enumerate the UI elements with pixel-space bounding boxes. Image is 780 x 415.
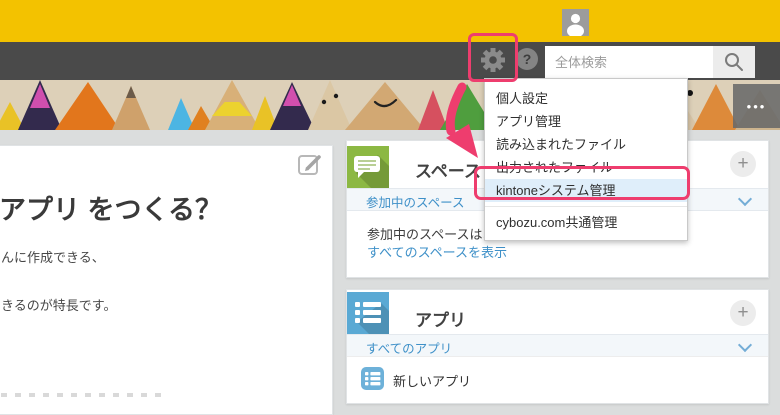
add-space-button[interactable]: + (730, 151, 756, 177)
cover-options-button[interactable]: ••• (733, 84, 780, 128)
cropped-bottom-text (1, 393, 161, 397)
menu-item-app-management[interactable]: アプリ管理 (485, 110, 687, 133)
plus-icon: + (737, 153, 748, 174)
all-apps-link[interactable]: すべてのアプリ (366, 338, 452, 357)
annotation-menu-highlight (474, 166, 690, 200)
chevron-down-icon[interactable] (738, 338, 752, 352)
space-icon (347, 146, 389, 188)
help-button[interactable]: ? (516, 48, 538, 70)
app-icon (347, 292, 389, 334)
search-button[interactable] (713, 46, 755, 78)
menu-separator (485, 206, 687, 207)
joined-spaces-link[interactable]: 参加中のスペース (366, 192, 465, 211)
edit-announcement-button[interactable] (296, 151, 322, 177)
global-search (545, 46, 713, 78)
menu-item-personal-settings[interactable]: 個人設定 (485, 87, 687, 110)
app-section-card: アプリ + すべてのアプリ 新しいアプリ (346, 289, 769, 404)
menu-item-cybozu-common-admin[interactable]: cybozu.com共通管理 (485, 211, 687, 234)
list-item-new-app[interactable]: 新しいアプリ (347, 356, 768, 401)
question-mark-icon: ? (523, 51, 532, 67)
annotation-gear-highlight (468, 33, 518, 82)
space-section-title: スペース (415, 157, 481, 182)
new-app-label: 新しいアプリ (393, 371, 471, 390)
menu-item-imported-files[interactable]: 読み込まれたファイル (485, 133, 687, 156)
settings-dropdown-menu: 個人設定 アプリ管理 読み込まれたファイル 出力されたファイル kintoneシ… (484, 78, 688, 241)
app-filter-row: すべてのアプリ (347, 334, 768, 357)
welcome-heading: アプリ をつくる？ (0, 188, 222, 227)
top-yellow-bar (0, 0, 780, 42)
compose-icon (296, 151, 322, 177)
welcome-card: アプリ をつくる？ んに作成できる、 きるのが特長です。 (0, 145, 333, 415)
app-section-title: アプリ (415, 306, 466, 331)
search-input[interactable] (545, 46, 713, 78)
plus-icon: + (737, 302, 748, 323)
welcome-body-line-2: きるのが特長です。 (1, 295, 116, 314)
new-app-icon (361, 367, 384, 390)
show-all-spaces-link[interactable]: すべてのスペースを表示 (367, 242, 507, 261)
ellipsis-icon: ••• (747, 99, 767, 114)
user-avatar[interactable] (562, 9, 589, 36)
chevron-down-icon[interactable] (738, 192, 752, 206)
user-icon (562, 9, 589, 36)
search-icon (724, 52, 744, 72)
welcome-body-line-1: んに作成できる、 (1, 247, 105, 266)
add-app-button[interactable]: + (730, 300, 756, 326)
